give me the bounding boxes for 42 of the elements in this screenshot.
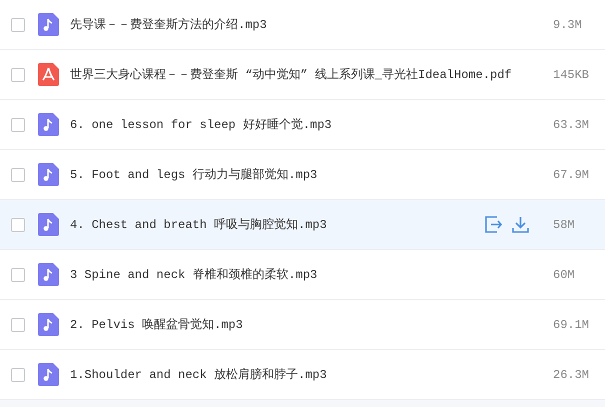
file-row[interactable]: 3 Spine and neck 脊椎和颈椎的柔软.mp3 60M	[0, 250, 605, 300]
file-name[interactable]: 3 Spine and neck 脊椎和颈椎的柔软.mp3	[70, 266, 553, 284]
checkbox[interactable]	[11, 168, 25, 182]
checkbox[interactable]	[11, 68, 25, 82]
file-name[interactable]: 1.Shoulder and neck 放松肩膀和脖子.mp3	[70, 366, 553, 384]
file-size: 69.1M	[553, 316, 590, 334]
file-name[interactable]: 4. Chest and breath 呼吸与胸腔觉知.mp3	[70, 216, 485, 234]
file-size: 60M	[553, 266, 576, 284]
download-icon[interactable]	[512, 216, 529, 233]
file-name[interactable]: 6. one lesson for sleep 好好睡个觉.mp3	[70, 116, 553, 134]
music-file-icon	[38, 113, 59, 136]
file-size: 9.3M	[553, 16, 583, 34]
checkbox[interactable]	[11, 18, 25, 32]
move-icon[interactable]	[485, 216, 502, 233]
checkbox[interactable]	[11, 218, 25, 232]
file-size: 67.9M	[553, 166, 590, 184]
file-row[interactable]: 5. Foot and legs 行动力与腿部觉知.mp3 67.9M	[0, 150, 605, 200]
file-name[interactable]: 先导课－－费登奎斯方法的介绍.mp3	[70, 16, 553, 34]
music-file-icon	[38, 263, 59, 286]
file-row[interactable]: 1.Shoulder and neck 放松肩膀和脖子.mp3 26.3M	[0, 350, 605, 400]
music-file-icon	[38, 363, 59, 386]
music-file-icon	[38, 213, 59, 236]
file-size: 58M	[553, 216, 576, 234]
music-file-icon	[38, 163, 59, 186]
file-size: 145KB	[553, 66, 590, 84]
file-name[interactable]: 世界三大身心课程－－费登奎斯 “动中觉知” 线上系列课_寻光社IdealHome.pdf	[70, 66, 553, 84]
file-row[interactable]: 2. Pelvis 唤醒盆骨觉知.mp3 69.1M	[0, 300, 605, 350]
file-size: 63.3M	[553, 116, 590, 134]
file-name[interactable]: 5. Foot and legs 行动力与腿部觉知.mp3	[70, 166, 553, 184]
music-file-icon	[38, 313, 59, 336]
file-row[interactable]: 4. Chest and breath 呼吸与胸腔觉知.mp3 58M	[0, 200, 605, 250]
file-row[interactable]: 先导课－－费登奎斯方法的介绍.mp3 9.3M	[0, 0, 605, 50]
checkbox[interactable]	[11, 368, 25, 382]
file-name[interactable]: 2. Pelvis 唤醒盆骨觉知.mp3	[70, 316, 553, 334]
file-row[interactable]: 6. one lesson for sleep 好好睡个觉.mp3 63.3M	[0, 100, 605, 150]
checkbox[interactable]	[11, 268, 25, 282]
checkbox[interactable]	[11, 118, 25, 132]
file-size: 26.3M	[553, 366, 590, 384]
checkbox[interactable]	[11, 318, 25, 332]
music-file-icon	[38, 13, 59, 36]
pdf-file-icon	[38, 63, 59, 86]
file-row[interactable]: 世界三大身心课程－－费登奎斯 “动中觉知” 线上系列课_寻光社IdealHome.pdf 145KB	[0, 50, 605, 100]
